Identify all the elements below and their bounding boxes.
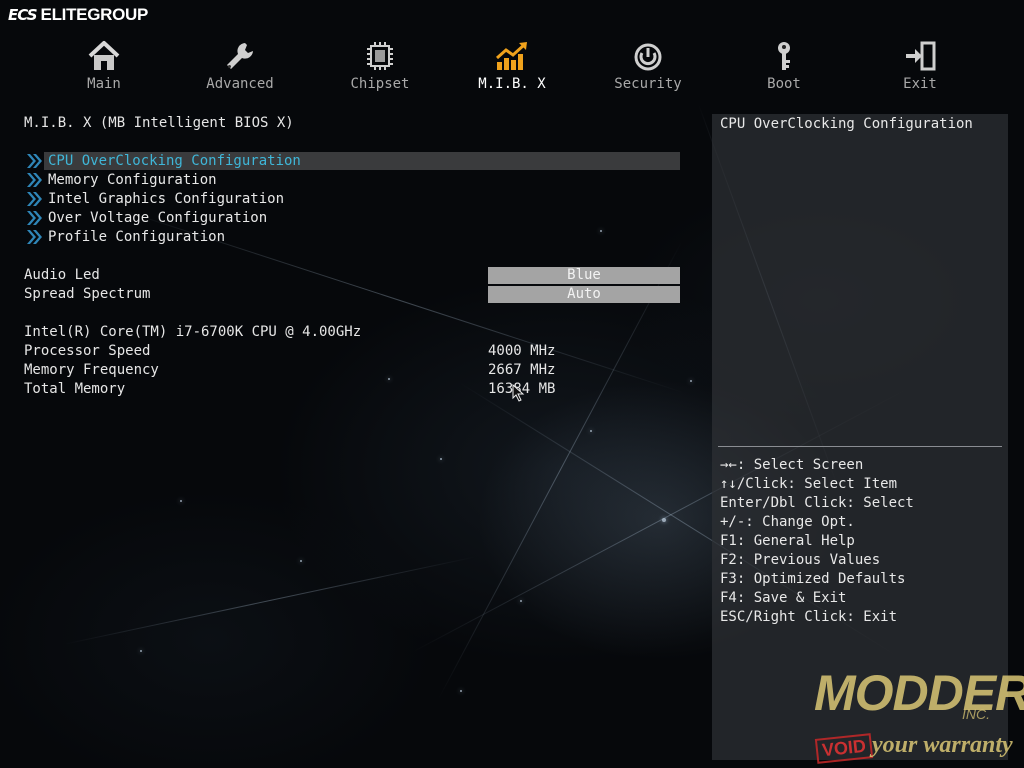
- watermark-tagline: your warranty: [872, 732, 1013, 758]
- info-label-total-memory: Total Memory: [24, 381, 126, 397]
- tab-label-exit: Exit: [903, 76, 937, 92]
- submenu-label: Profile Configuration: [48, 229, 226, 245]
- void-stamp: VOID: [814, 733, 874, 764]
- option-label-audio-led: Audio Led: [24, 267, 100, 283]
- tab-advanced[interactable]: Advanced: [180, 40, 300, 92]
- double-chevron-right-icon: [27, 230, 42, 244]
- help-divider: [718, 446, 1002, 447]
- key-hint-select-item: ↑↓/Click: Select Item: [720, 476, 898, 492]
- wrench-icon: [227, 43, 253, 69]
- watermark: MODDERS INC. VOID your warranty: [810, 664, 1024, 764]
- exit-door-icon: [906, 41, 936, 71]
- performance-chart-icon: [496, 42, 527, 70]
- help-title: CPU OverClocking Configuration: [720, 116, 973, 132]
- submenu-label: Over Voltage Configuration: [48, 210, 268, 226]
- submenu-cpu-overclocking[interactable]: CPU OverClocking Configuration: [24, 152, 680, 171]
- submenu-label: Memory Configuration: [48, 172, 217, 188]
- tab-mib-x[interactable]: M.I.B. X: [452, 40, 572, 92]
- tab-label-security: Security: [614, 76, 682, 92]
- double-chevron-right-icon: [27, 173, 42, 187]
- brand-logo: ECS ELITEGROUP: [8, 4, 148, 26]
- submenu-label: CPU OverClocking Configuration: [48, 153, 301, 169]
- tab-chipset[interactable]: Chipset: [320, 40, 440, 92]
- tab-exit[interactable]: Exit: [860, 40, 980, 92]
- brand-mark: ECS: [8, 6, 38, 24]
- tab-label-mib-x: M.I.B. X: [478, 76, 546, 92]
- tab-boot[interactable]: Boot: [724, 40, 844, 92]
- key-hint-general-help: F1: General Help: [720, 533, 855, 549]
- cpu-name: Intel(R) Core(TM) i7-6700K CPU @ 4.00GHz: [24, 324, 362, 340]
- spread-spectrum-select[interactable]: Auto: [488, 286, 680, 303]
- key-hint-previous-values: F2: Previous Values: [720, 552, 881, 568]
- info-value-processor-speed: 4000 MHz: [488, 343, 556, 359]
- watermark-brand: MODDERS: [814, 665, 1024, 721]
- double-chevron-right-icon: [27, 154, 42, 168]
- tab-label-chipset: Chipset: [350, 76, 410, 92]
- key-hint-select: Enter/Dbl Click: Select: [720, 495, 914, 511]
- home-icon: [88, 41, 120, 70]
- key-hint-select-screen: →←: Select Screen: [720, 457, 864, 473]
- key-icon: [778, 42, 790, 70]
- audio-led-select[interactable]: Blue: [488, 267, 680, 284]
- key-hint-exit: ESC/Right Click: Exit: [720, 609, 898, 625]
- tab-label-advanced: Advanced: [206, 76, 274, 92]
- tab-security[interactable]: Security: [588, 40, 708, 92]
- submenu-intel-graphics[interactable]: Intel Graphics Configuration: [24, 190, 680, 209]
- mouse-pointer-icon: [512, 384, 525, 402]
- submenu-memory[interactable]: Memory Configuration: [24, 171, 680, 190]
- double-chevron-right-icon: [27, 211, 42, 225]
- page-title: M.I.B. X (MB Intelligent BIOS X): [24, 115, 294, 131]
- chip-icon: [367, 42, 393, 70]
- key-hint-optimized-defaults: F3: Optimized Defaults: [720, 571, 906, 587]
- submenu-over-voltage[interactable]: Over Voltage Configuration: [24, 209, 680, 228]
- watermark-suffix: INC.: [962, 706, 990, 722]
- brand-name: ELITEGROUP: [40, 5, 149, 24]
- info-label-memory-frequency: Memory Frequency: [24, 362, 159, 378]
- double-chevron-right-icon: [27, 192, 42, 206]
- submenu-label: Intel Graphics Configuration: [48, 191, 285, 207]
- submenu-profile[interactable]: Profile Configuration: [24, 228, 680, 247]
- info-label-processor-speed: Processor Speed: [24, 343, 151, 359]
- key-hint-change-opt: +/-: Change Opt.: [720, 514, 855, 530]
- key-legend: →←: Select Screen ↑↓/Click: Select Item …: [720, 456, 914, 627]
- info-value-memory-frequency: 2667 MHz: [488, 362, 556, 378]
- tab-label-main: Main: [87, 76, 121, 92]
- key-hint-save-exit: F4: Save & Exit: [720, 590, 847, 606]
- tab-label-boot: Boot: [767, 76, 801, 92]
- option-label-spread-spectrum: Spread Spectrum: [24, 286, 151, 302]
- top-nav: Main Advanced Chipset M.I.B. X Security …: [0, 40, 1024, 100]
- power-lock-icon: [634, 43, 662, 71]
- tab-main[interactable]: Main: [44, 40, 164, 92]
